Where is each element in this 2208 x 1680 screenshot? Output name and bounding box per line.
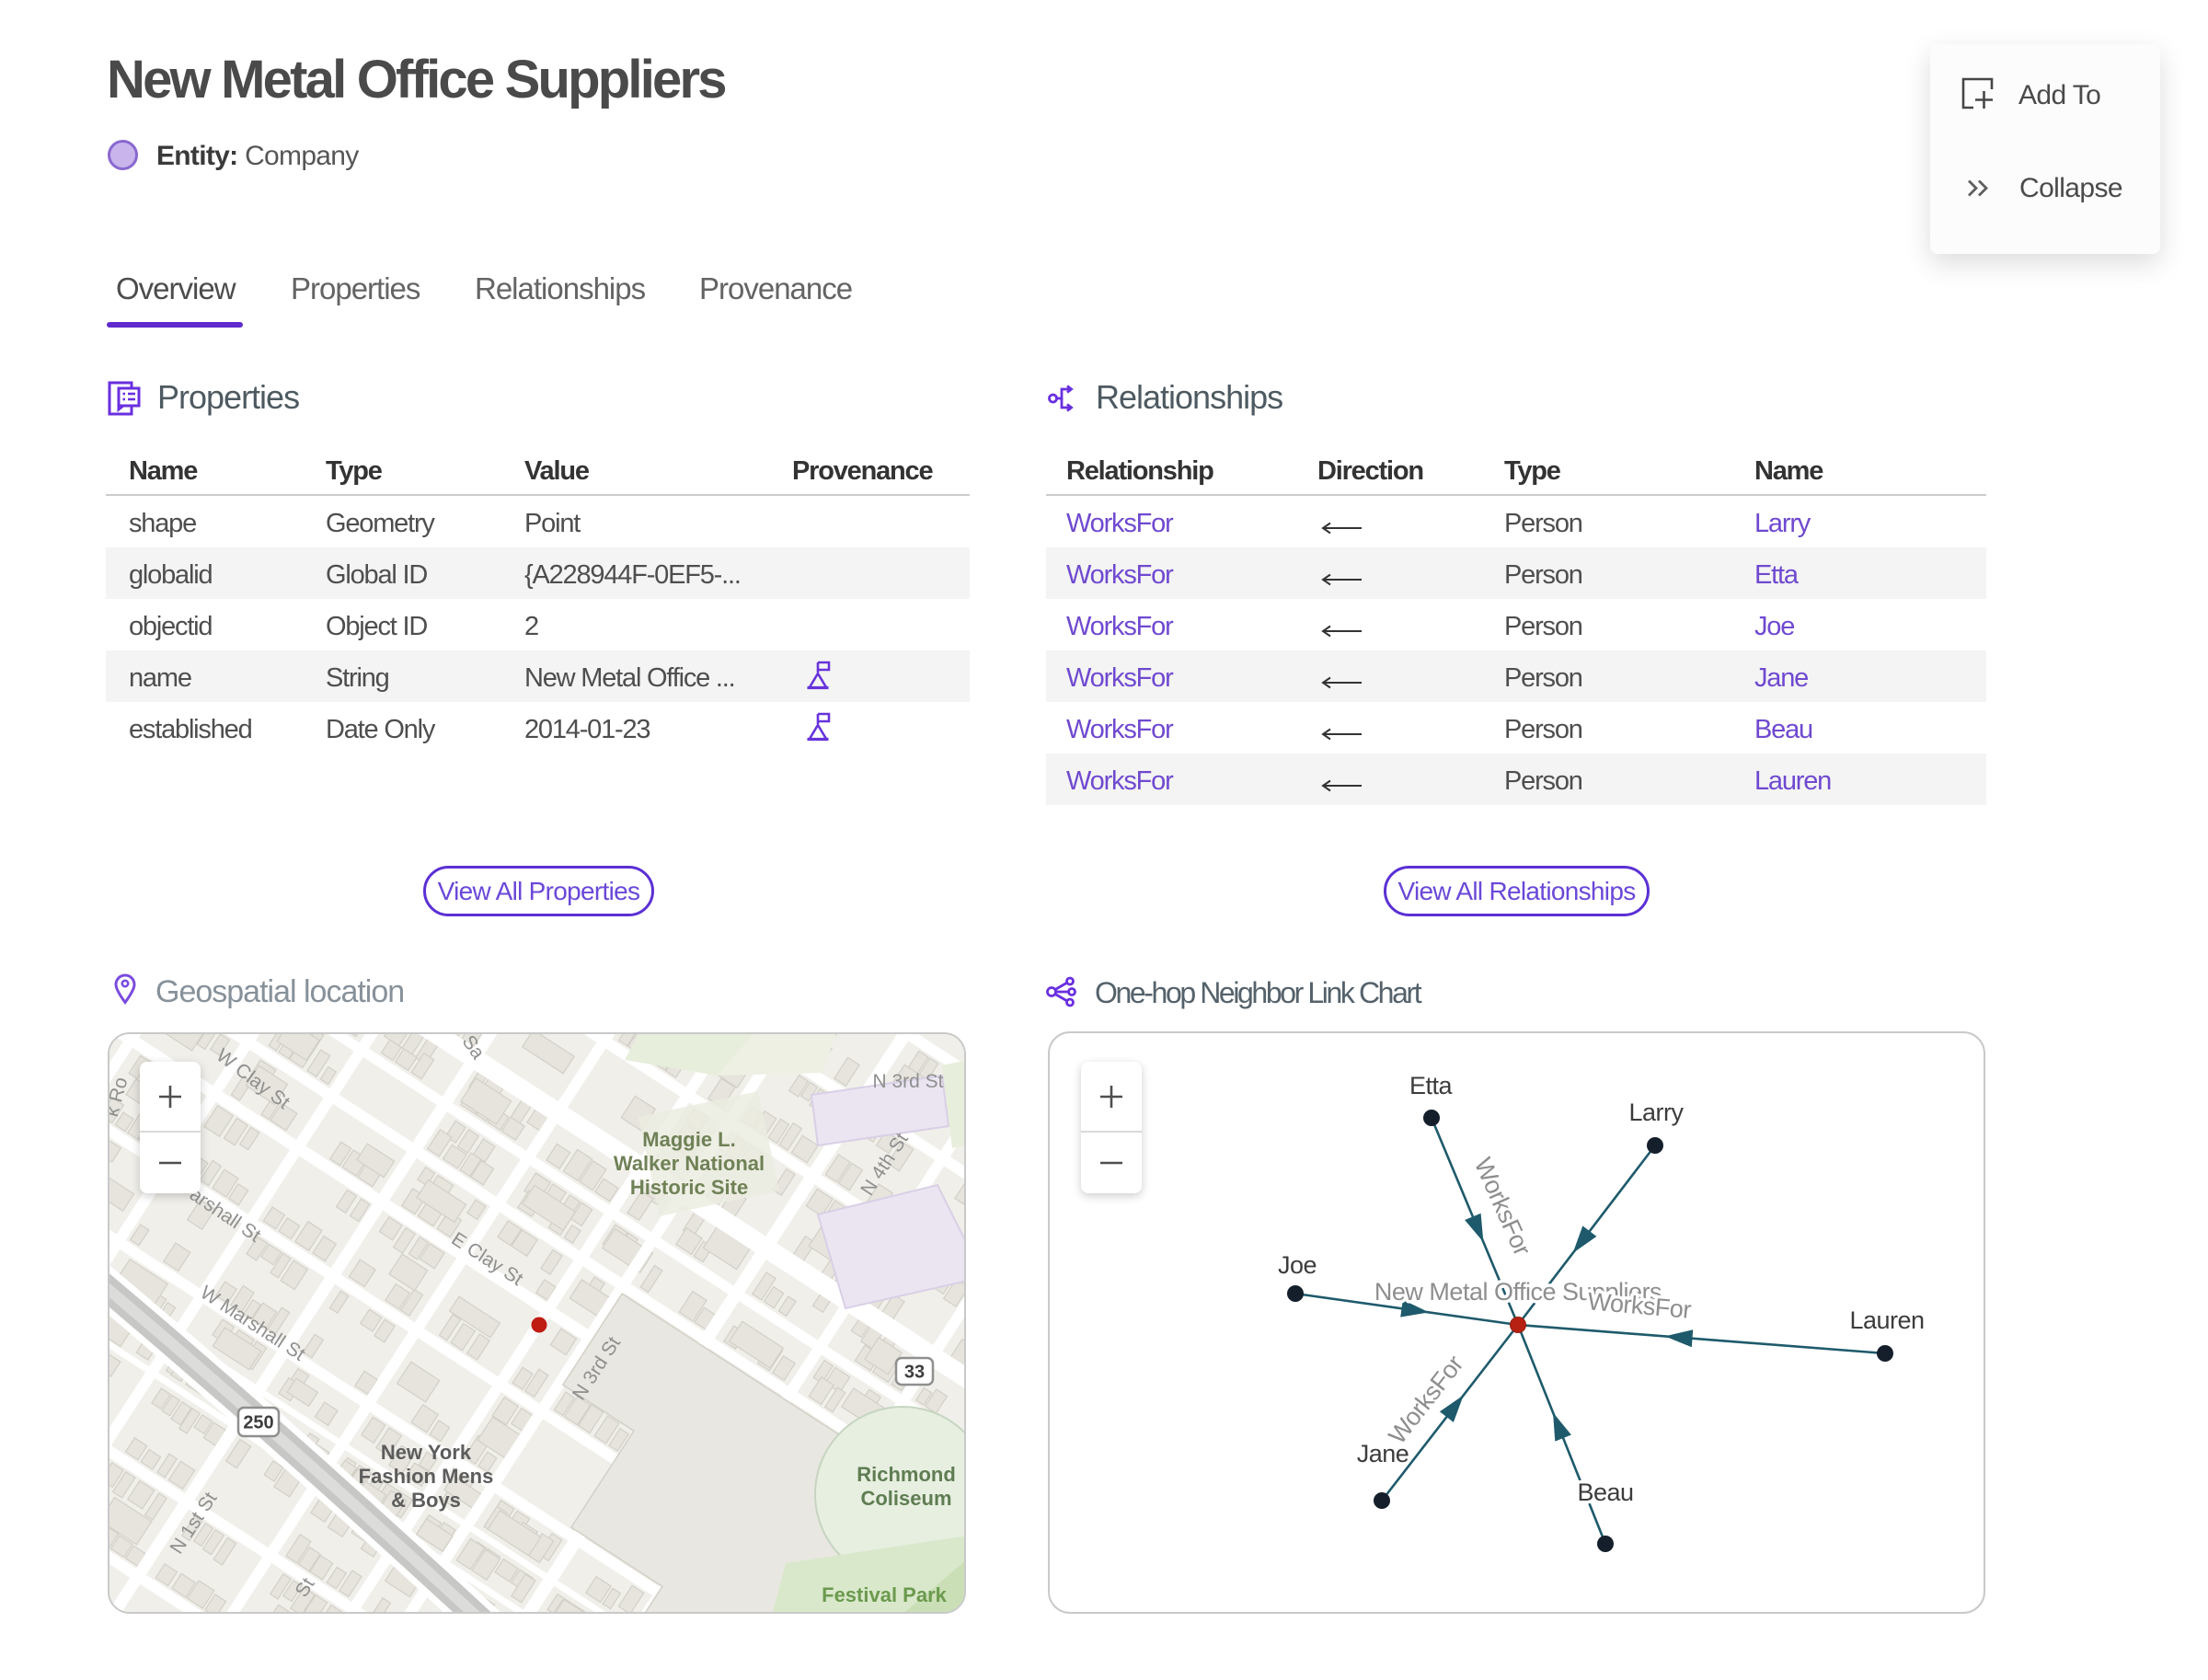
svg-text:Maggie L.: Maggie L.: [642, 1128, 735, 1151]
svg-text:N 3rd St: N 3rd St: [872, 1071, 943, 1092]
svg-text:Joe: Joe: [1278, 1251, 1317, 1279]
svg-text:Festival Park: Festival Park: [822, 1583, 948, 1606]
svg-text:Walker National: Walker National: [614, 1152, 765, 1175]
svg-text:Historic Site: Historic Site: [630, 1176, 748, 1199]
svg-text:Etta: Etta: [1409, 1072, 1454, 1099]
svg-text:Richmond: Richmond: [857, 1463, 956, 1486]
svg-text:New York: New York: [381, 1441, 472, 1464]
svg-text:Fashion Mens: Fashion Mens: [359, 1465, 494, 1488]
svg-text:250: 250: [243, 1413, 273, 1433]
svg-text:WorksFor: WorksFor: [1586, 1287, 1692, 1324]
svg-text:Larry: Larry: [1628, 1099, 1684, 1126]
svg-text:Beau: Beau: [1577, 1479, 1633, 1506]
svg-text:WorksFor: WorksFor: [1469, 1154, 1536, 1260]
svg-text:Lauren: Lauren: [1849, 1306, 1924, 1334]
svg-text:& Boys: & Boys: [391, 1489, 461, 1512]
svg-text:33: 33: [904, 1363, 925, 1383]
svg-text:Coliseum: Coliseum: [860, 1487, 951, 1510]
svg-text:WorksFor: WorksFor: [1383, 1351, 1468, 1450]
